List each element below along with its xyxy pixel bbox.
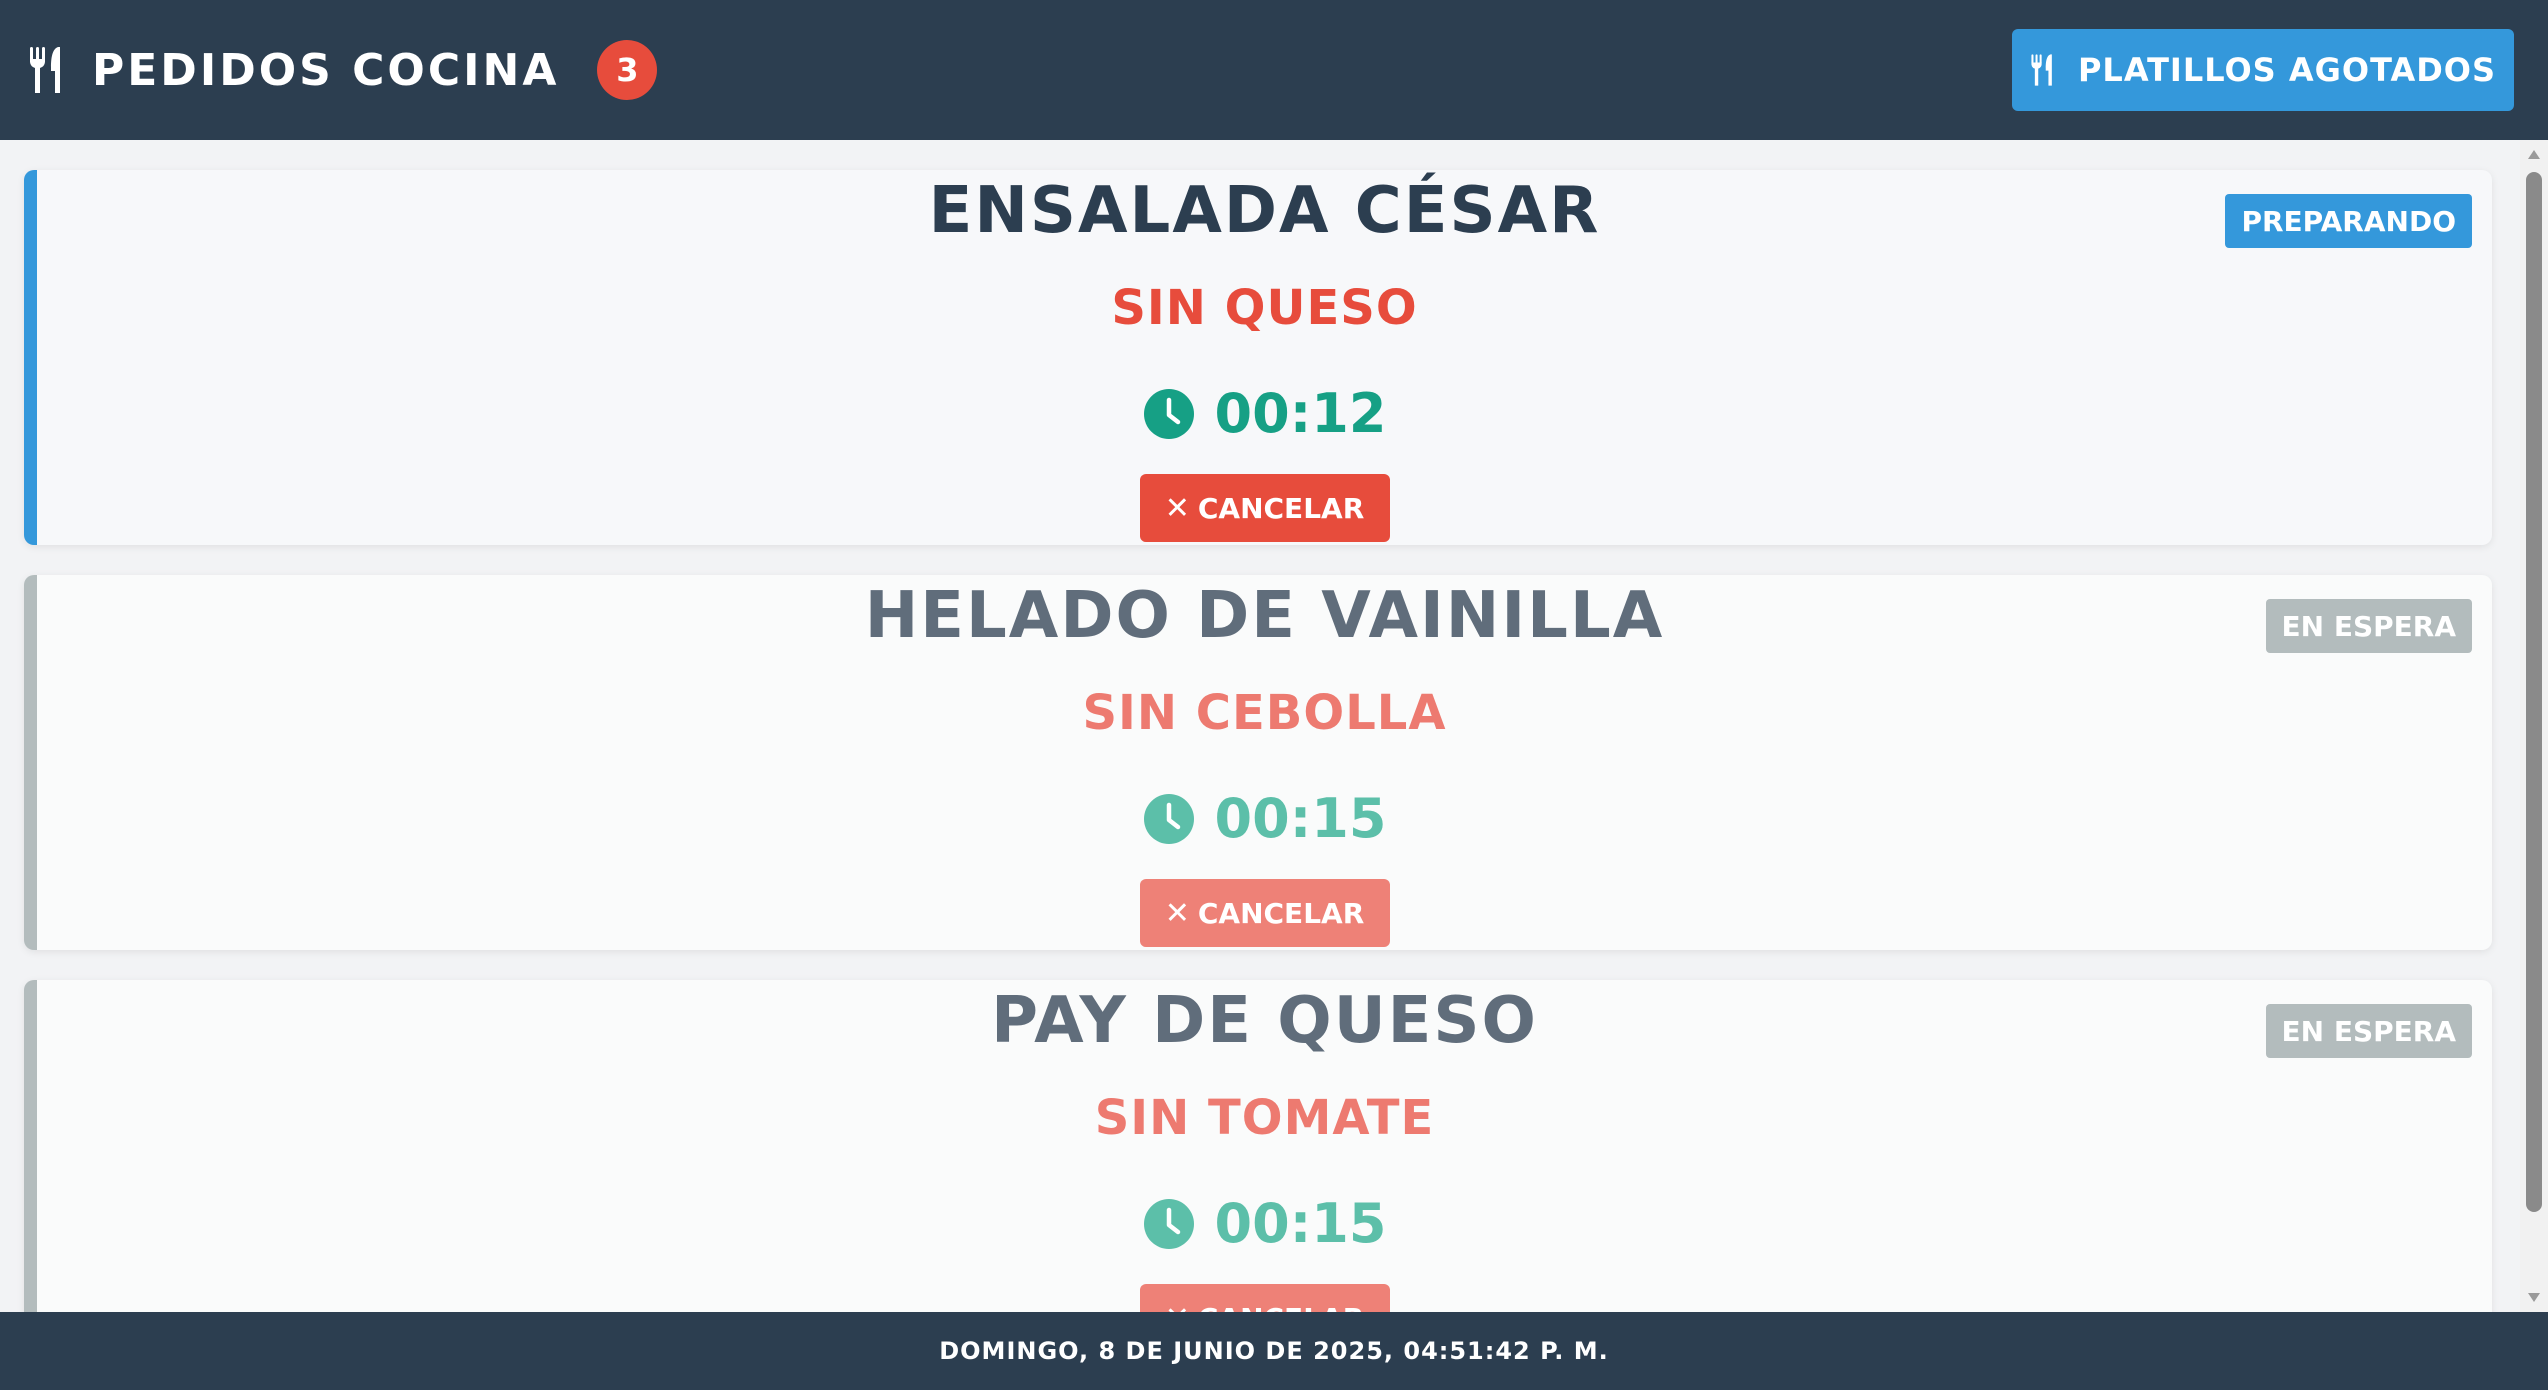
cancel-button[interactable]: ✕ CANCELAR xyxy=(1139,474,1390,542)
cancel-button[interactable]: ✕ CANCELAR xyxy=(1139,879,1390,947)
app-title: PEDIDOS COCINA xyxy=(92,44,560,96)
timer-value: 00:12 xyxy=(1214,382,1387,445)
current-datetime: DOMINGO, 8 DE JUNIO DE 2025, 04:51:42 P.… xyxy=(939,1337,1609,1365)
utensils-icon xyxy=(30,47,60,93)
order-timer: 00:12 xyxy=(37,382,2492,445)
cancel-button-label: CANCELAR xyxy=(1198,1302,1364,1313)
cancel-button[interactable]: ✕ CANCELAR xyxy=(1139,1284,1390,1313)
order-note: SIN CEBOLLA xyxy=(1082,685,1447,741)
app-header: PEDIDOS COCINA 3 PLATILLOS AGOTADOS xyxy=(0,0,2548,140)
status-badge: EN ESPERA xyxy=(2265,1004,2472,1058)
order-note: SIN QUESO xyxy=(1111,280,1418,336)
utensils-icon xyxy=(2031,54,2052,86)
scroll-up-arrow-icon[interactable] xyxy=(2528,150,2540,159)
cancel-button-label: CANCELAR xyxy=(1197,491,1365,525)
order-timer: 00:15 xyxy=(37,1192,2492,1255)
sold-out-button-label: PLATILLOS AGOTADOS xyxy=(2077,51,2497,89)
order-card: PAY DE QUESO EN ESPERA SIN TOMATE 00:15 … xyxy=(24,980,2492,1312)
scroll-down-arrow-icon[interactable] xyxy=(2528,1293,2540,1302)
order-timer: 00:15 xyxy=(37,787,2492,850)
clock-icon xyxy=(1143,1198,1194,1249)
order-count-badge: 3 xyxy=(597,40,658,100)
dish-name: HELADO DE VAINILLA xyxy=(864,579,1665,653)
order-card: HELADO DE VAINILLA EN ESPERA SIN CEBOLLA… xyxy=(24,575,2492,950)
timer-value: 00:15 xyxy=(1214,1192,1387,1255)
clock-icon xyxy=(1143,388,1194,439)
status-badge: EN ESPERA xyxy=(2265,599,2472,653)
order-card: ENSALADA CÉSAR PREPARANDO SIN QUESO 00:1… xyxy=(24,170,2492,545)
order-note: SIN TOMATE xyxy=(1094,1090,1435,1146)
close-icon: ✕ xyxy=(1164,895,1190,931)
cancel-button-label: CANCELAR xyxy=(1197,896,1365,930)
close-icon: ✕ xyxy=(1165,1301,1190,1313)
scrollbar-thumb[interactable] xyxy=(2526,172,2542,1212)
status-badge: PREPARANDO xyxy=(2225,194,2472,248)
sold-out-dishes-button[interactable]: PLATILLOS AGOTADOS xyxy=(2012,29,2514,111)
close-icon: ✕ xyxy=(1164,490,1190,526)
dish-name: ENSALADA CÉSAR xyxy=(928,174,1601,248)
clock-icon xyxy=(1143,793,1194,844)
dish-name: PAY DE QUESO xyxy=(991,984,1538,1058)
scrollbar[interactable] xyxy=(2520,140,2548,1312)
timer-value: 00:15 xyxy=(1214,787,1387,850)
orders-list[interactable]: ENSALADA CÉSAR PREPARANDO SIN QUESO 00:1… xyxy=(0,140,2520,1312)
footer: DOMINGO, 8 DE JUNIO DE 2025, 04:51:42 P.… xyxy=(0,1312,2548,1390)
